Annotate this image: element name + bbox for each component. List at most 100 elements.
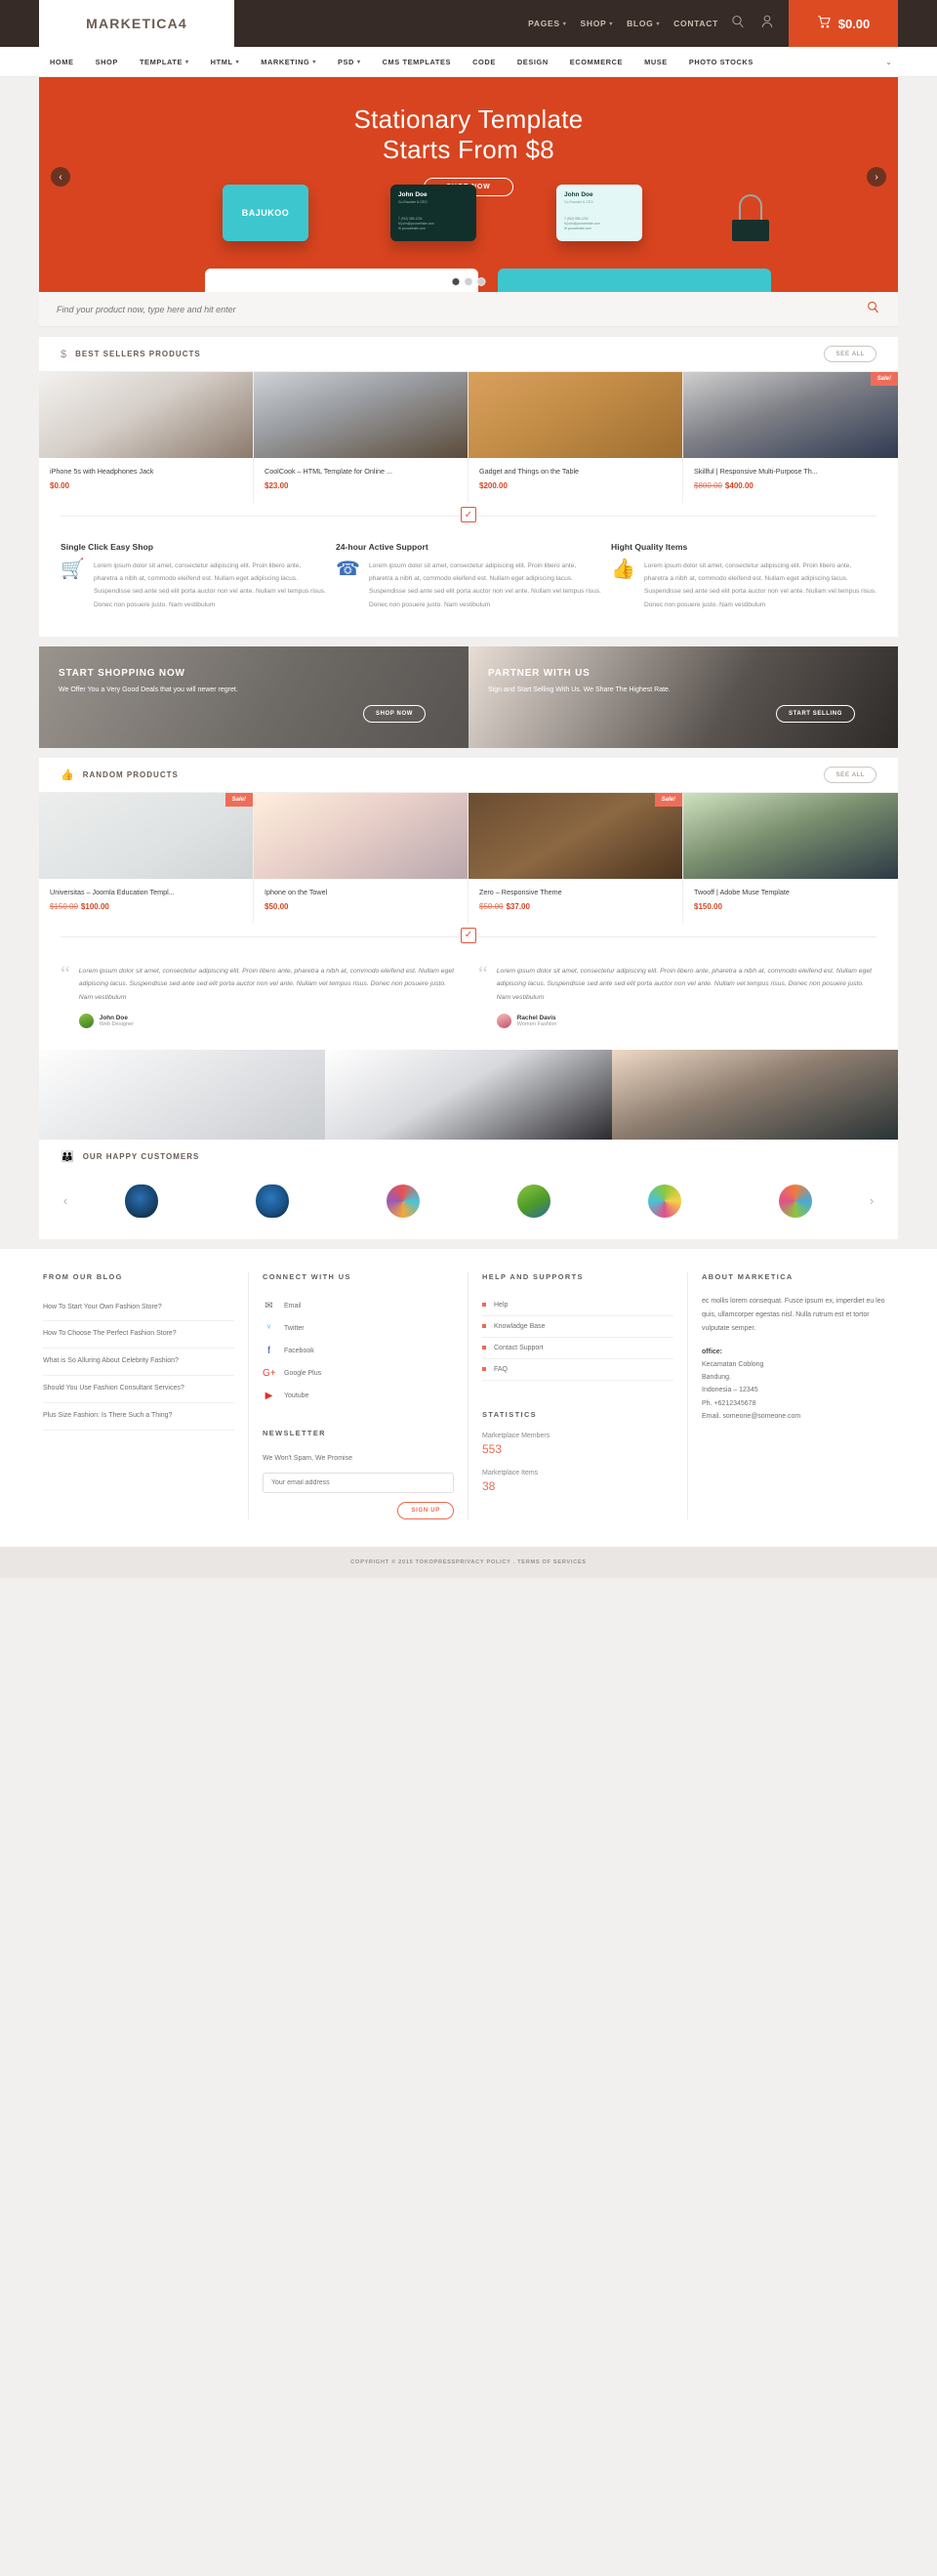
slider-dot[interactable]: [451, 277, 461, 286]
search-input[interactable]: [57, 304, 866, 314]
gallery-image[interactable]: [611, 1049, 898, 1140]
help-link[interactable]: FAQ: [482, 1359, 673, 1381]
blog-link[interactable]: How To Start Your Own Fashion Store?: [43, 1295, 234, 1322]
brand-logo[interactable]: MARKETICA4: [39, 0, 234, 47]
cart-button[interactable]: $0.00: [789, 0, 898, 47]
social-link-youtube[interactable]: ▶ Youtube: [263, 1385, 454, 1407]
section-header: $ BEST SELLERS PRODUCTS SEE ALL: [39, 337, 898, 372]
customer-logo[interactable]: [387, 1184, 420, 1218]
product-name[interactable]: iPhone 5s with Headphones Jack: [50, 467, 242, 476]
address-line: Kecamatan Coblong: [702, 1360, 764, 1368]
gallery-image[interactable]: [325, 1049, 612, 1140]
nav-label: CODE: [472, 57, 496, 66]
blog-link[interactable]: Should You Use Fashion Consultant Servic…: [43, 1376, 234, 1404]
product-image[interactable]: [39, 372, 253, 458]
product-image[interactable]: [254, 792, 468, 879]
promo-banners: START SHOPPING NOW We Offer You a Very G…: [39, 645, 898, 748]
nav-item-design[interactable]: DESIGN: [507, 58, 559, 66]
customer-logo[interactable]: [648, 1184, 681, 1218]
topnav-item-blog[interactable]: BLOG ▾: [627, 19, 660, 28]
see-all-button[interactable]: SEE ALL: [824, 766, 876, 783]
product-image[interactable]: Sale!: [39, 792, 253, 879]
product-name[interactable]: Skillful | Responsive Multi-Purpose Th..…: [694, 467, 887, 476]
nav-item-template[interactable]: TEMPLATE ▾: [129, 58, 200, 66]
help-label: Help: [494, 1301, 509, 1309]
social-link-twitter[interactable]: ᵛ Twitter: [263, 1317, 454, 1340]
product-name[interactable]: Iphone on the Towel: [265, 888, 457, 896]
office-label: office:: [702, 1348, 722, 1355]
gallery-image[interactable]: [39, 1049, 326, 1140]
twitter-icon: ᵛ: [266, 1322, 271, 1334]
product-image[interactable]: Sale!: [683, 372, 898, 458]
section-title: RANDOM PRODUCTS: [82, 769, 179, 779]
product-card[interactable]: Twooff | Adobe Muse Template $150.00: [683, 792, 898, 924]
customers-next-arrow[interactable]: ›: [861, 1193, 882, 1208]
product-image[interactable]: [683, 792, 898, 879]
customer-logo[interactable]: [779, 1184, 812, 1218]
product-price-row: $0.00: [50, 481, 242, 490]
nav-item-psd[interactable]: PSD ▾: [327, 58, 372, 66]
product-name[interactable]: Gadget and Things on the Table: [479, 467, 672, 476]
user-icon[interactable]: [759, 14, 775, 34]
nav-item-muse[interactable]: MUSE: [633, 58, 678, 66]
nav-item-code[interactable]: CODE: [462, 58, 507, 66]
product-card[interactable]: Sale! Skillful | Responsive Multi-Purpose…: [683, 372, 898, 503]
avatar: [78, 1013, 94, 1028]
social-link-email[interactable]: ✉ Email: [263, 1295, 454, 1317]
topnav-item-shop[interactable]: SHOP ▾: [580, 19, 613, 28]
hero-title: Stationary Template Starts From $8: [39, 77, 898, 164]
product-image[interactable]: Sale!: [468, 792, 682, 879]
see-all-button[interactable]: SEE ALL: [824, 346, 876, 362]
help-link[interactable]: Contact Support: [482, 1338, 673, 1359]
help-link[interactable]: Knowladge Base: [482, 1316, 673, 1338]
blog-link[interactable]: Plus Size Fashion: Is There Such a Thing…: [43, 1403, 234, 1432]
blog-link[interactable]: How To Choose The Perfect Fashion Store?: [43, 1321, 234, 1350]
help-link[interactable]: Help: [482, 1295, 673, 1316]
nav-item-marketing[interactable]: MARKETING ▾: [250, 58, 327, 66]
google-plus-icon: G+: [263, 1367, 276, 1379]
promo-banner-partner: PARTNER WITH US Sign and Start Selling W…: [468, 645, 898, 748]
product-old-price: $150.00: [50, 901, 78, 911]
promo-shop-now-button[interactable]: SHOP NOW: [362, 704, 426, 723]
product-image[interactable]: [254, 372, 468, 458]
product-card[interactable]: CoolCook – HTML Template for Online ... $…: [254, 372, 468, 503]
nav-label: HOME: [50, 57, 74, 66]
customer-logo[interactable]: [256, 1184, 289, 1218]
product-name[interactable]: Zero – Responsive Theme: [479, 888, 672, 896]
nav-more-icon[interactable]: ⌄: [885, 58, 898, 66]
product-card[interactable]: Sale! Universitas – Joomla Education Temp…: [39, 792, 254, 924]
product-image[interactable]: [468, 372, 682, 458]
nav-item-shop[interactable]: SHOP: [85, 58, 129, 66]
customers-prev-arrow[interactable]: ‹: [55, 1193, 76, 1208]
search-icon[interactable]: [730, 14, 746, 34]
newsletter-signup-button[interactable]: SIGN UP: [397, 1501, 454, 1519]
promo-start-selling-button[interactable]: START SELLING: [775, 704, 855, 723]
nav-item-html[interactable]: HTML ▾: [200, 58, 251, 66]
envelope-icon: ✉: [265, 1300, 273, 1311]
nav-item-ecommerce[interactable]: ECOMMERCE: [559, 58, 633, 66]
topnav-item-pages[interactable]: PAGES ▾: [528, 19, 566, 28]
topnav-item-contact[interactable]: CONTACT: [673, 19, 718, 28]
social-link-google-plus[interactable]: G+ Google Plus: [263, 1362, 454, 1385]
slider-dot[interactable]: [464, 277, 473, 286]
statistic-value: 38: [482, 1478, 496, 1493]
customer-logo[interactable]: [125, 1184, 158, 1218]
blog-link[interactable]: What is So Alluring About Celebrity Fash…: [43, 1349, 234, 1377]
search-icon[interactable]: [866, 300, 880, 319]
hero-card-showcase: BAJUKOO John Doe Co-Founder & CEO T (912…: [39, 177, 898, 292]
product-name[interactable]: CoolCook – HTML Template for Online ...: [265, 467, 457, 476]
nav-item-cms-templates[interactable]: CMS TEMPLATES: [372, 58, 462, 66]
product-name[interactable]: Universitas – Joomla Education Templ...: [50, 888, 242, 896]
nav-item-home[interactable]: HOME: [39, 58, 85, 66]
newsletter-email-input[interactable]: [263, 1472, 454, 1493]
product-card[interactable]: iPhone 5s with Headphones Jack $0.00: [39, 372, 254, 503]
nav-item-photo-stocks[interactable]: PHOTO STOCKS: [678, 58, 764, 66]
product-name[interactable]: Twooff | Adobe Muse Template: [694, 888, 887, 896]
slider-dot[interactable]: [476, 277, 486, 286]
product-card[interactable]: Gadget and Things on the Table $200.00: [468, 372, 683, 503]
customer-logo[interactable]: [517, 1184, 550, 1218]
product-card[interactable]: Sale! Zero – Responsive Theme $50.00 $37.00: [468, 792, 683, 924]
chevron-down-icon: ▾: [235, 59, 240, 65]
social-link-facebook[interactable]: f Facebook: [263, 1340, 454, 1362]
product-card[interactable]: Iphone on the Towel $50.00: [254, 792, 468, 924]
